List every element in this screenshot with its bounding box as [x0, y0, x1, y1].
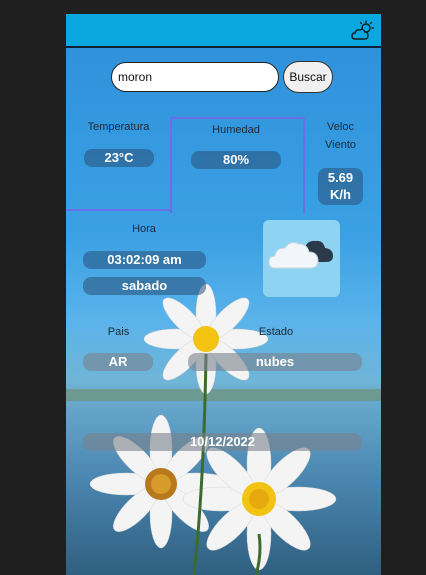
cloud-icon — [268, 240, 333, 269]
temperatura-value: 23°C — [84, 149, 154, 167]
search-button[interactable]: Buscar — [283, 61, 333, 93]
estado-label: Estado — [258, 326, 294, 338]
humedad-highlight-underline — [66, 209, 172, 211]
temperatura-label: Temperatura — [87, 121, 150, 133]
viento-value-unit: K/h — [330, 187, 351, 202]
viento-label-line2: Viento — [325, 139, 356, 151]
hora-value: 03:02:09 am — [83, 251, 206, 269]
viento-value: 5.69 K/h — [318, 168, 363, 205]
weather-card — [263, 220, 340, 297]
viento-value-number: 5.69 — [327, 170, 354, 185]
pais-value: AR — [83, 353, 153, 371]
viento-label-line1: Veloc — [327, 121, 354, 133]
humedad-value: 80% — [191, 151, 281, 169]
dia-value: sabado — [83, 277, 206, 295]
estado-value: nubes — [188, 353, 362, 371]
pais-label: Pais — [107, 326, 130, 338]
date-value: 10/12/2022 — [83, 433, 362, 451]
header-bar — [66, 14, 381, 48]
search-input[interactable] — [111, 62, 279, 92]
partly-cloudy-icon — [351, 20, 375, 40]
app-window: Buscar Temperatura 23°C Humedad 80% Velo… — [66, 14, 381, 575]
humedad-label: Humedad — [212, 124, 260, 136]
hora-label: Hora — [132, 223, 156, 235]
